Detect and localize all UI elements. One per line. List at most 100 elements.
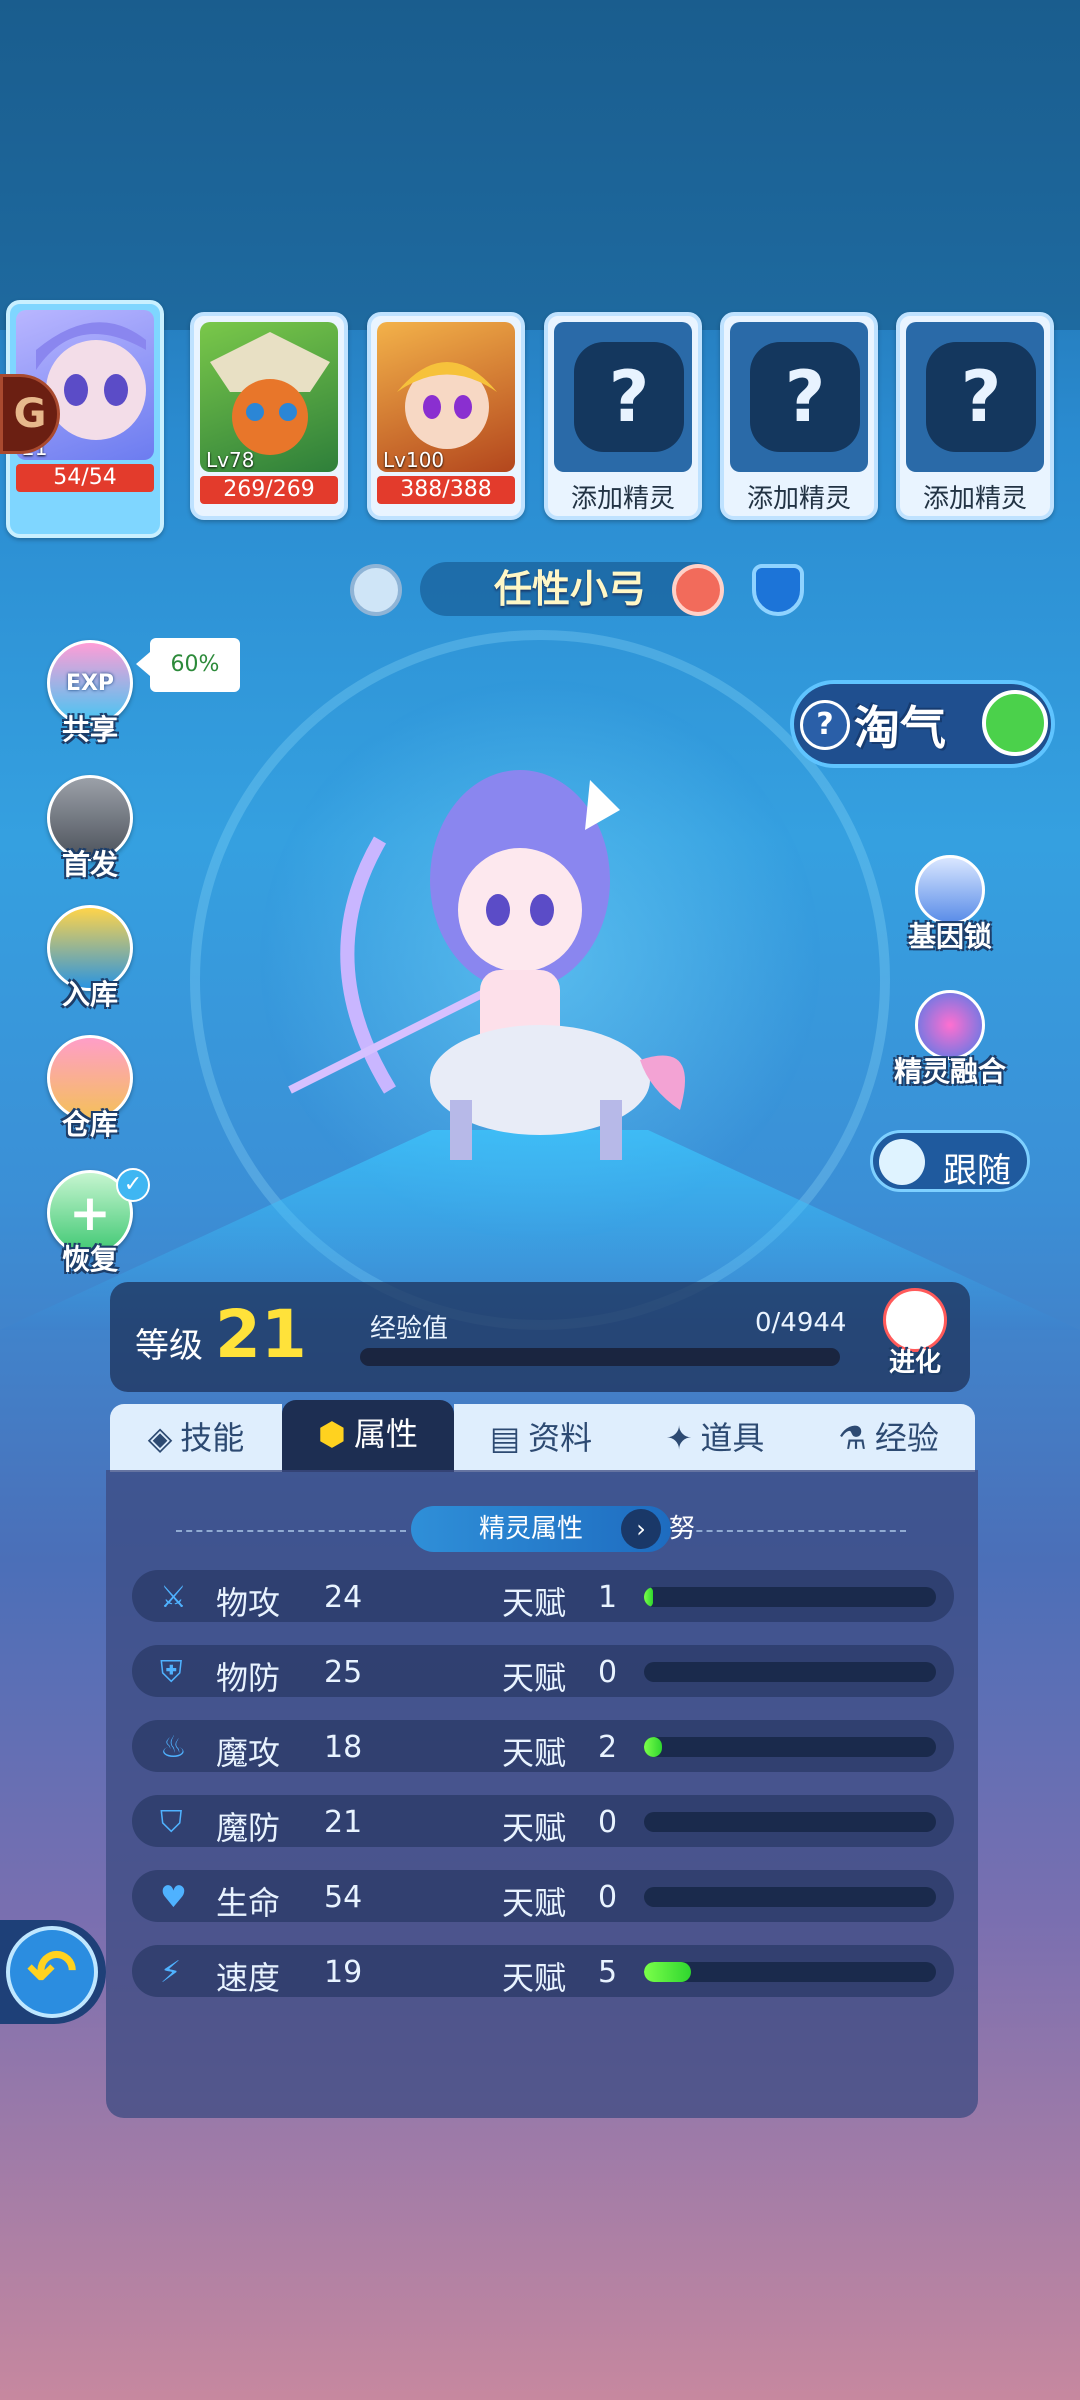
talent-label: 天赋	[502, 1959, 567, 1997]
attribute-row: ⚡ 速度 19 天赋 5	[132, 1945, 954, 1997]
tab-experience-label: 经验	[874, 1419, 939, 1457]
tab-bar: ◈ 技能 ⬢ 属性 ▤ 资料 ✦ 道具 ⚗ 经验	[110, 1400, 975, 1472]
fusion-button[interactable]: 精灵融合	[885, 990, 1015, 1090]
talent-bar-fill	[644, 1962, 691, 1982]
pin-icon: ✦	[665, 1419, 693, 1457]
talent-bar	[644, 1887, 936, 1907]
store-button[interactable]: 入库	[42, 905, 138, 1013]
evolve-button[interactable]: 进化	[870, 1288, 960, 1379]
talent-bar-fill	[644, 1587, 653, 1607]
tab-items-label: 道具	[700, 1419, 765, 1457]
team-slot-5[interactable]: ? 添加精灵	[720, 312, 878, 520]
flask-icon: ⚗	[838, 1419, 867, 1457]
attribute-name: 魔防	[216, 1809, 281, 1847]
talent-bar-fill	[644, 1737, 662, 1757]
level-panel: 等级 21 经验值 0/4944 进化	[110, 1282, 970, 1392]
heart-icon: ♥	[160, 1880, 187, 1915]
clipboard-icon: ▤	[489, 1419, 521, 1457]
gene-lock-button[interactable]: 基因锁	[885, 855, 1015, 955]
back-button[interactable]: ↶	[0, 1920, 106, 2024]
talent-bar	[644, 1662, 936, 1682]
tab-skills-label: 技能	[180, 1419, 245, 1457]
chevron-right-icon[interactable]: ›	[621, 1509, 661, 1549]
taoqi-button[interactable]: ? 淘气	[790, 680, 1055, 768]
empty-slot-bg-4: ?	[554, 322, 692, 472]
tab-skills[interactable]: ◈ 技能	[110, 1404, 282, 1472]
gender-icon	[672, 564, 724, 616]
badge-shield-icon[interactable]	[752, 564, 804, 616]
attribute-value: 24	[324, 1580, 363, 1615]
talent-label: 天赋	[502, 1809, 567, 1847]
tab-attributes-label: 属性	[353, 1415, 418, 1453]
question-icon: ?	[926, 342, 1036, 452]
first-label: 首发	[61, 848, 118, 881]
add-pet-label-4: 添加精灵	[570, 484, 675, 514]
talent-value: 1	[598, 1580, 618, 1615]
attribute-value: 25	[324, 1655, 363, 1690]
attribute-panel: 精灵属性 › 努 ⚔ 物攻 24 天赋 1 ⛨ 物防 25 天赋 0 ♨ 魔攻 18 天赋 2 ⛉ 魔防 21 天赋…	[106, 1470, 978, 2118]
shield-icon: ⛨	[160, 1655, 183, 1690]
help-icon[interactable]: ?	[800, 700, 850, 750]
warehouse-button[interactable]: 仓库	[42, 1035, 138, 1143]
question-icon: ?	[750, 342, 860, 452]
store-label: 入库	[61, 978, 118, 1011]
attribute-name: 魔攻	[216, 1734, 281, 1772]
section-title-pill[interactable]: 精灵属性 › 努	[411, 1506, 695, 1552]
team-slot-1[interactable]: 21 54/54 G	[0, 300, 164, 538]
attribute-row: ⚔ 物攻 24 天赋 1	[132, 1570, 954, 1622]
tab-items[interactable]: ✦ 道具	[628, 1404, 802, 1472]
attributes-icon: ⬢	[318, 1415, 346, 1453]
attribute-value: 18	[324, 1730, 363, 1765]
team-slot-4[interactable]: ? 添加精灵	[544, 312, 702, 520]
recover-button[interactable]: + 恢复 ✓	[42, 1168, 150, 1278]
team-slot-6[interactable]: ? 添加精灵	[896, 312, 1054, 520]
team-bar: 21 54/54 G Lv78 269/269 Lv100 388/388	[0, 300, 1080, 538]
refresh-icon[interactable]	[982, 690, 1048, 756]
level-value: 21	[215, 1296, 307, 1373]
nature-label: 努	[669, 1514, 696, 1544]
pet-name-bar: 任性小弓	[350, 560, 820, 620]
hp-bar-3: 388/388	[377, 476, 515, 504]
tab-experience[interactable]: ⚗ 经验	[802, 1404, 975, 1472]
talent-bar	[644, 1587, 936, 1607]
divider-left	[176, 1530, 406, 1532]
pet-level-2: Lv78	[206, 448, 255, 472]
question-icon: ?	[574, 342, 684, 452]
attribute-name: 物防	[216, 1659, 281, 1697]
follow-toggle[interactable]: 跟随	[870, 1130, 1030, 1192]
exp-label: 经验值	[370, 1314, 449, 1344]
gene-lock-label: 基因锁	[907, 920, 992, 953]
talent-value: 2	[598, 1730, 618, 1765]
taoqi-label: 淘气	[854, 701, 946, 755]
talent-value: 0	[598, 1805, 618, 1840]
talent-label: 天赋	[502, 1884, 567, 1922]
first-button[interactable]: 首发	[42, 775, 138, 883]
tab-profile-label: 资料	[528, 1419, 593, 1457]
flame-icon: ♨	[160, 1730, 187, 1765]
attribute-name: 物攻	[216, 1584, 281, 1622]
pet-character[interactable]	[270, 760, 720, 1180]
attribute-name: 生命	[216, 1884, 281, 1922]
team-slot-2[interactable]: Lv78 269/269	[190, 312, 348, 520]
exp-progress-bar	[360, 1348, 840, 1366]
exp-share-button[interactable]: EXP 共享	[42, 640, 138, 748]
attribute-name: 速度	[216, 1959, 281, 1997]
warehouse-label: 仓库	[61, 1108, 118, 1141]
exp-value: 0/4944	[755, 1308, 847, 1338]
talent-value: 0	[598, 1655, 618, 1690]
fusion-label: 精灵融合	[893, 1055, 1006, 1088]
element-icon[interactable]	[350, 564, 402, 616]
team-slot-3[interactable]: Lv100 388/388	[367, 312, 525, 520]
exp-badge-text: EXP	[65, 671, 115, 696]
divider-right	[676, 1530, 906, 1532]
tab-profile[interactable]: ▤ 资料	[454, 1404, 628, 1472]
empty-slot-bg-6: ?	[906, 322, 1044, 472]
evolve-label: 进化	[888, 1348, 941, 1378]
talent-label: 天赋	[502, 1659, 567, 1697]
add-pet-label-6: 添加精灵	[922, 484, 1027, 514]
attribute-value: 21	[324, 1805, 363, 1840]
attribute-row: ⛨ 物防 25 天赋 0	[132, 1645, 954, 1697]
attribute-value: 19	[324, 1955, 363, 1990]
talent-value: 5	[598, 1955, 618, 1990]
tab-attributes[interactable]: ⬢ 属性	[282, 1400, 454, 1472]
